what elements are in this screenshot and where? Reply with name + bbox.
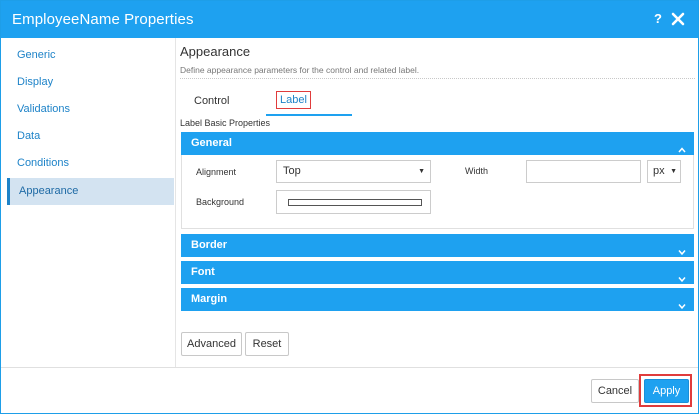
alignment-label: Alignment <box>196 167 237 177</box>
dialog-footer: Cancel Apply <box>1 367 698 413</box>
accordion-border-title: Border <box>191 239 228 251</box>
apply-button-highlight <box>639 374 692 407</box>
width-unit-select[interactable]: px ▼ <box>647 160 681 183</box>
chevron-down-icon <box>678 269 686 283</box>
sidebar-item-data[interactable]: Data <box>7 123 174 150</box>
accordion-margin-header[interactable]: Margin <box>181 288 694 311</box>
sidebar-item-appearance[interactable]: Appearance <box>7 178 174 205</box>
dropdown-arrow-icon: ▼ <box>418 168 425 175</box>
accordion-margin-title: Margin <box>191 293 228 305</box>
dialog-title: EmployeeName Properties <box>12 11 194 28</box>
accordion-general-body: Alignment Top ▼ Width px ▼ Background <box>181 155 694 229</box>
alignment-selected-value: Top <box>283 165 301 177</box>
accordion-general-title: General <box>191 137 232 149</box>
accordion-general-header[interactable]: General <box>181 132 694 155</box>
sidebar-item-display[interactable]: Display <box>7 69 174 96</box>
cancel-button[interactable]: Cancel <box>591 379 639 403</box>
sidebar-item-conditions[interactable]: Conditions <box>7 150 174 177</box>
background-color-swatch <box>288 199 422 206</box>
sidebar: Generic Display Validations Data Conditi… <box>1 38 176 367</box>
width-input[interactable] <box>526 160 641 183</box>
help-button[interactable]: ? <box>651 10 665 28</box>
dropdown-arrow-icon: ▼ <box>670 168 677 175</box>
properties-dialog: EmployeeName Properties ? Generic Displa… <box>0 0 699 414</box>
accordion-font-title: Font <box>191 266 215 278</box>
tab-label[interactable]: Label <box>276 91 311 109</box>
background-label: Background <box>196 197 245 207</box>
accordion-font-header[interactable]: Font <box>181 261 694 284</box>
sidebar-item-validations[interactable]: Validations <box>7 96 174 123</box>
chevron-up-icon <box>678 140 686 153</box>
accordion-border-header[interactable]: Border <box>181 234 694 257</box>
main-content: Appearance Define appearance parameters … <box>177 38 698 367</box>
title-divider <box>180 78 695 79</box>
sidebar-item-generic[interactable]: Generic <box>7 42 174 69</box>
page-description: Define appearance parameters for the con… <box>180 65 420 75</box>
dialog-titlebar: EmployeeName Properties ? <box>1 1 698 38</box>
page-title: Appearance <box>180 44 251 59</box>
reset-button[interactable]: Reset <box>245 332 289 356</box>
tab-control[interactable]: Control <box>194 91 229 115</box>
width-unit-value: px <box>653 165 665 177</box>
label-basic-properties-heading: Label Basic Properties <box>180 118 271 128</box>
advanced-button[interactable]: Advanced <box>181 332 242 356</box>
chevron-down-icon <box>678 242 686 256</box>
width-label: Width <box>465 166 489 176</box>
close-icon[interactable] <box>669 10 687 28</box>
alignment-select[interactable]: Top ▼ <box>276 160 431 183</box>
chevron-down-icon <box>678 296 686 310</box>
active-tab-indicator <box>266 114 352 116</box>
background-color-picker[interactable] <box>276 190 431 214</box>
